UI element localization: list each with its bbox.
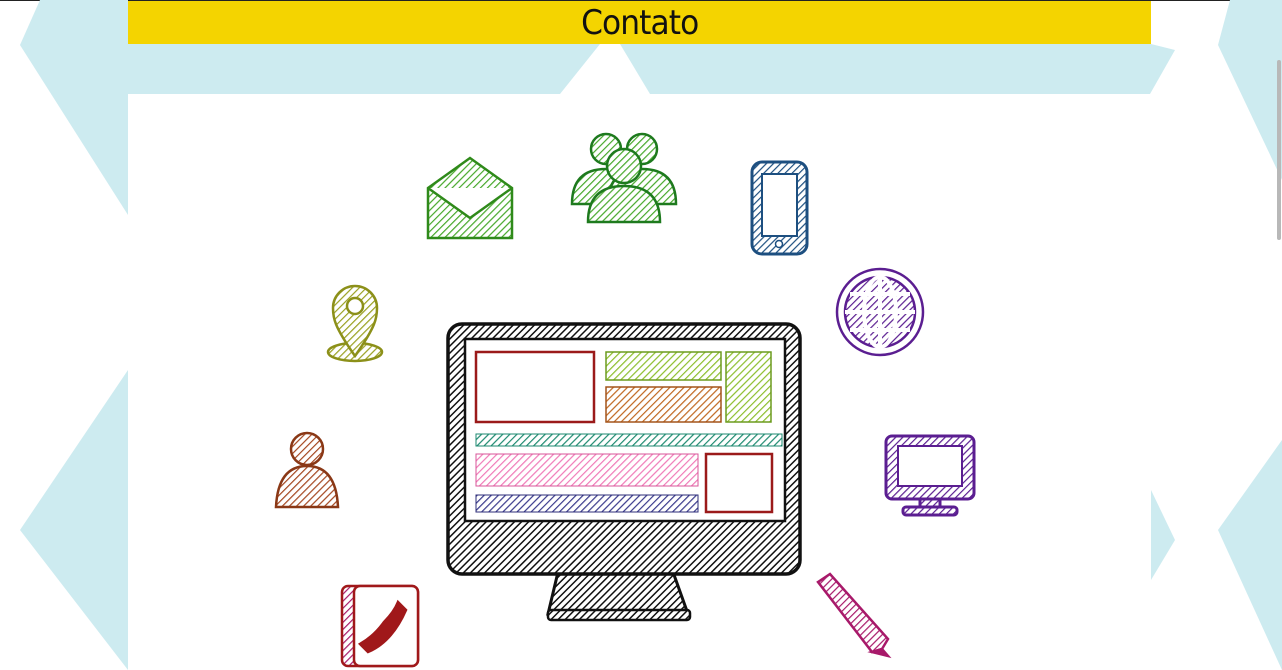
page-header: Contato — [128, 1, 1151, 44]
location-pin-icon — [326, 284, 384, 363]
smartphone-icon — [750, 160, 809, 256]
monitor-icon — [446, 322, 802, 622]
group-icon — [570, 132, 678, 224]
pen-icon — [816, 572, 892, 659]
user-icon — [274, 431, 340, 509]
address-book-icon — [340, 584, 420, 668]
desktop-icon — [884, 434, 976, 517]
contact-illustration — [274, 132, 976, 668]
content-panel — [128, 94, 1151, 670]
globe-icon — [835, 267, 925, 357]
window-scrollbar[interactable] — [1277, 60, 1281, 240]
envelope-icon — [426, 156, 514, 240]
page-title: Contato — [580, 2, 699, 43]
